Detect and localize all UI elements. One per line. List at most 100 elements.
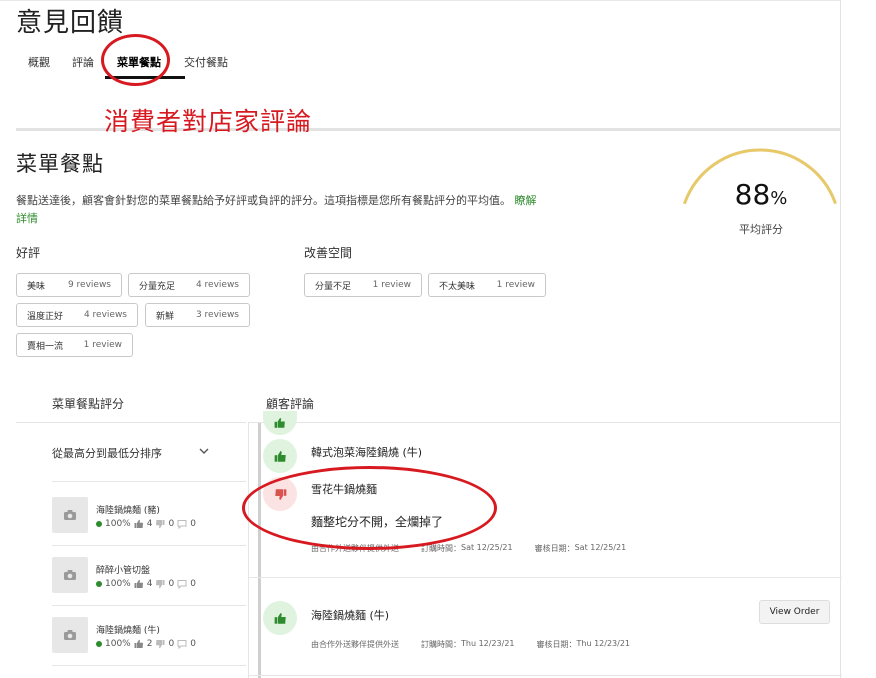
item-comment-count: 0 bbox=[190, 639, 196, 649]
comment-icon bbox=[177, 580, 187, 589]
chip-count: 3 reviews bbox=[195, 310, 239, 320]
description-text: 餐點送達後，顧客會針對您的菜單餐點給予好評或負評的評分。這項指標是您所有餐點評分… bbox=[16, 194, 511, 207]
chip-fresh[interactable]: 新鮮 3 reviews bbox=[145, 303, 250, 327]
item-name: 海陸鍋燒麵 (牛) bbox=[96, 626, 160, 636]
rating-dot-icon bbox=[96, 521, 102, 527]
chip-label: 分量充足 bbox=[139, 281, 176, 292]
camera-icon bbox=[64, 510, 76, 520]
chip-generous-portion[interactable]: 分量充足 4 reviews bbox=[128, 273, 250, 297]
rating-dot-icon bbox=[96, 641, 102, 647]
chip-count: 1 review bbox=[83, 340, 122, 350]
thumbs-up-icon bbox=[134, 579, 143, 588]
thumbs-up-badge bbox=[263, 439, 297, 473]
review-dish-name: 韓式泡菜海陸鍋燒 (牛) bbox=[311, 446, 423, 459]
order-time: Thu 12/23/21 bbox=[461, 639, 515, 648]
item-up-count: 2 bbox=[146, 639, 153, 649]
chip-small-portion[interactable]: 分量不足 1 review bbox=[304, 273, 422, 297]
item-up-count: 4 bbox=[146, 579, 153, 589]
list-divider bbox=[52, 665, 246, 666]
thumbs-down-icon bbox=[156, 580, 165, 589]
tab-overview[interactable]: 概觀 bbox=[28, 54, 50, 70]
customer-reviews-heading: 顧客評論 bbox=[266, 397, 315, 411]
annotation-ellipse-review bbox=[242, 466, 497, 550]
page-title: 意見回饋 bbox=[16, 8, 125, 38]
chip-great-presentation[interactable]: 賣相一流 1 review bbox=[16, 333, 133, 357]
view-order-button[interactable]: View Order bbox=[759, 600, 830, 624]
review-meta: 由合作外送夥伴提供外送 訂購時間： Thu 12/23/21 審核日期： Thu 1… bbox=[311, 639, 630, 650]
item-photo-placeholder bbox=[52, 617, 88, 653]
item-photo-placeholder bbox=[52, 497, 88, 533]
chip-label: 新鮮 bbox=[156, 311, 175, 322]
review-date-label: 審核日期： bbox=[534, 544, 575, 553]
order-time-label: 訂購時間： bbox=[421, 640, 461, 649]
menu-item-ratings-heading: 菜單餐點評分 bbox=[52, 397, 125, 411]
review-date-label: 審核日期： bbox=[536, 640, 577, 649]
thumbs-up-icon bbox=[274, 612, 286, 624]
thumbs-down-icon bbox=[156, 520, 165, 529]
learn-more-link-cont[interactable]: 詳情 bbox=[16, 212, 38, 225]
annotation-circle-tab bbox=[101, 34, 170, 86]
review-divider bbox=[249, 675, 842, 676]
chip-label: 分量不足 bbox=[315, 281, 352, 292]
order-time: Sat 12/25/21 bbox=[461, 543, 513, 552]
chip-label: 賣相一流 bbox=[27, 341, 64, 352]
chip-right-temperature[interactable]: 溫度正好 4 reviews bbox=[16, 303, 138, 327]
thumbs-up-icon bbox=[274, 450, 286, 462]
list-divider bbox=[52, 545, 246, 546]
chip-count: 4 reviews bbox=[195, 280, 239, 290]
chip-label: 美味 bbox=[27, 281, 46, 292]
item-percent: 100% bbox=[105, 519, 131, 529]
item-comment-count: 0 bbox=[190, 579, 196, 589]
list-divider bbox=[52, 481, 246, 482]
chevron-down-icon[interactable] bbox=[198, 445, 210, 457]
thumbs-up-icon bbox=[274, 417, 285, 428]
item-stats: 100% 2 0 0 bbox=[96, 639, 196, 649]
item-down-count: 0 bbox=[168, 639, 175, 649]
review-date: Sat 12/25/21 bbox=[574, 543, 627, 552]
delivery-note: 由合作外送夥伴提供外送 bbox=[311, 640, 399, 649]
chip-not-tasty[interactable]: 不太美味 1 review bbox=[428, 273, 546, 297]
comment-icon bbox=[177, 640, 187, 649]
chip-delicious[interactable]: 美味 9 reviews bbox=[16, 273, 122, 297]
thumbs-down-icon bbox=[156, 640, 165, 649]
gauge-number: 88 bbox=[734, 178, 771, 211]
camera-icon bbox=[64, 630, 76, 640]
item-percent: 100% bbox=[105, 639, 131, 649]
item-stats: 100% 4 0 0 bbox=[96, 519, 196, 529]
item-comment-count: 0 bbox=[190, 519, 196, 529]
reviews-panel: 韓式泡菜海陸鍋燒 (牛) 雪花牛鍋燒麵 麵整坨分不開，全爛掉了 由合作外送夥伴提… bbox=[248, 411, 842, 678]
item-percent: 100% bbox=[105, 579, 131, 589]
section-title: 菜單餐點 bbox=[16, 152, 104, 176]
chip-label: 溫度正好 bbox=[27, 311, 64, 322]
rating-dot-icon bbox=[96, 581, 102, 587]
chip-count: 9 reviews bbox=[67, 280, 111, 290]
gauge-label: 平均評分 bbox=[739, 223, 783, 236]
chip-label: 不太美味 bbox=[439, 281, 476, 292]
item-down-count: 0 bbox=[168, 519, 175, 529]
comment-icon bbox=[177, 520, 187, 529]
item-name: 醉醉小管切盤 bbox=[96, 566, 151, 576]
learn-more-link[interactable]: 瞭解 bbox=[515, 194, 537, 207]
section-description: 餐點送達後，顧客會針對您的菜單餐點給予好評或負評的評分。這項指標是您所有餐點評分… bbox=[16, 192, 596, 228]
tab-reviews[interactable]: 評論 bbox=[72, 54, 94, 70]
tab-delivered-items[interactable]: 交付餐點 bbox=[184, 54, 228, 70]
thumbs-up-icon bbox=[134, 639, 143, 648]
item-stats: 100% 4 0 0 bbox=[96, 579, 196, 589]
item-photo-placeholder bbox=[52, 557, 88, 593]
review-date: Thu 12/23/21 bbox=[576, 639, 631, 648]
gauge-unit: % bbox=[770, 188, 788, 209]
item-up-count: 4 bbox=[146, 519, 153, 529]
chip-count: 1 review bbox=[496, 280, 535, 290]
menu-items-panel: 從最高分到最低分排序 海陸鍋燒麵 (豬) 100% 4 0 0 醉醉小管切盤 1… bbox=[16, 422, 261, 678]
chip-count: 4 reviews bbox=[83, 310, 127, 320]
thumbs-up-icon bbox=[134, 519, 143, 528]
thumbs-up-badge bbox=[263, 601, 297, 635]
review-dish-name: 海陸鍋燒麵 (牛) bbox=[311, 609, 390, 622]
camera-icon bbox=[64, 570, 76, 580]
review-divider bbox=[249, 577, 842, 578]
item-down-count: 0 bbox=[168, 579, 175, 589]
gauge-value: 88% bbox=[706, 178, 816, 211]
item-name: 海陸鍋燒麵 (豬) bbox=[96, 506, 160, 516]
sort-dropdown[interactable]: 從最高分到最低分排序 bbox=[52, 445, 162, 461]
thumbs-up-badge-partial bbox=[263, 411, 297, 435]
